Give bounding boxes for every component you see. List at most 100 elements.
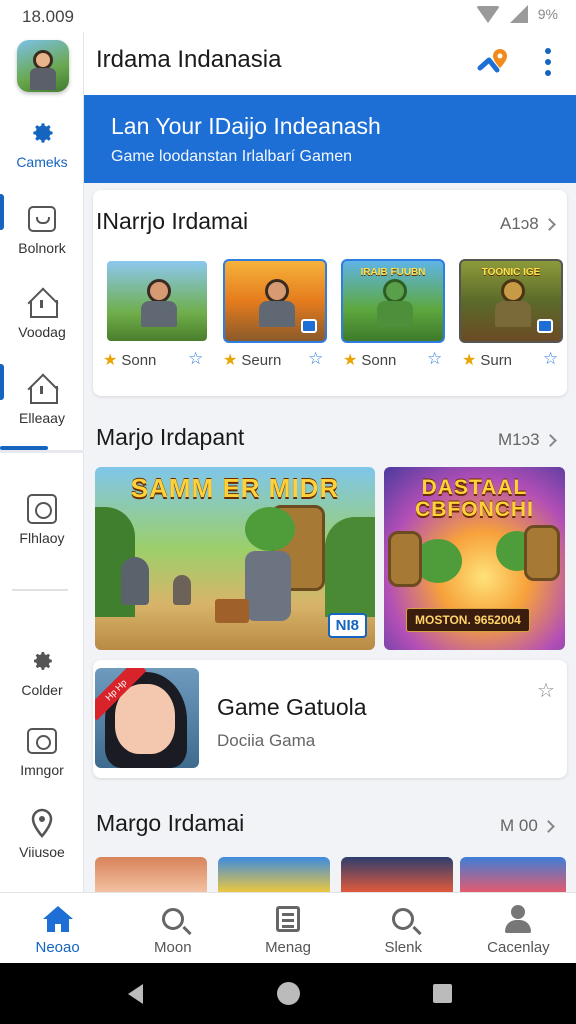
side-rail: Cameks Bolnork Voodag Elleaay Flhlaoy Co… xyxy=(0,32,84,892)
home-circle-icon[interactable] xyxy=(277,982,300,1005)
tile-label: Sonn xyxy=(121,351,157,369)
rail-label: Imngor xyxy=(20,762,64,778)
camera-icon xyxy=(27,726,57,756)
tile-caption: TOONIC IGE xyxy=(481,267,541,278)
rail-label: Colder xyxy=(21,682,63,698)
house-icon xyxy=(27,288,58,318)
nav-label: Moon xyxy=(154,939,192,956)
treasure-chest xyxy=(215,599,249,623)
nav-label: Slenk xyxy=(384,939,422,956)
rail-label: Viiusoe xyxy=(19,844,65,860)
tile-meta: ★ Seurn xyxy=(223,350,281,370)
signal-icon xyxy=(509,5,528,23)
banner-title: Lan Your IDaijo Indeanash xyxy=(111,113,381,139)
rail-item-colder[interactable]: Colder xyxy=(0,646,84,698)
character-figure xyxy=(121,557,149,605)
nav-label: Cacenlay xyxy=(487,939,550,956)
section-title: Margo Irdamai xyxy=(96,810,245,836)
search-icon xyxy=(115,903,230,935)
rail-item-voodag[interactable]: Voodag xyxy=(0,288,84,340)
favorite-star-icon[interactable]: ☆ xyxy=(537,678,555,703)
turtle-armor xyxy=(245,551,291,621)
game-tile[interactable] xyxy=(460,857,566,893)
tile-meta: ★ Sonn xyxy=(103,350,156,370)
back-icon[interactable] xyxy=(128,984,143,1004)
section-more-link[interactable]: M 00 xyxy=(500,816,555,836)
location-share-icon[interactable] xyxy=(476,46,510,80)
favorite-star-icon[interactable]: ☆ xyxy=(308,349,323,369)
game-tile[interactable] xyxy=(223,259,327,343)
palm-tree xyxy=(325,517,375,617)
gear-icon xyxy=(27,118,57,148)
game-tile[interactable] xyxy=(95,857,207,893)
favorite-star-icon[interactable]: ☆ xyxy=(427,349,442,369)
app-title: Irdama Indanasia xyxy=(96,46,282,73)
tile-meta: ★ Sonn xyxy=(343,350,396,370)
game-title: Game Gatuola xyxy=(217,694,367,720)
search-icon xyxy=(346,903,461,935)
rail-item-flhlaoy[interactable]: Flhlaoy xyxy=(0,494,84,546)
promo-banner[interactable]: Lan Your IDaijo Indeanash Game loodansta… xyxy=(84,95,576,183)
recents-icon[interactable] xyxy=(433,984,452,1003)
status-time: 18.009 xyxy=(22,7,74,26)
status-bar: 18.009 9% xyxy=(0,0,576,32)
avatar-body xyxy=(30,68,56,90)
section-more-label: M1ɔ3 xyxy=(498,430,540,449)
battery-level: 9% xyxy=(537,6,558,22)
game-subtitle: Dociia Gama xyxy=(217,731,316,750)
gear-icon xyxy=(27,646,57,676)
game-tile[interactable]: TOONIC IGE xyxy=(459,259,563,343)
rail-item-cameks[interactable]: Cameks xyxy=(0,118,84,170)
featured-game-card[interactable]: SAMM ER MIDR NI8 xyxy=(95,467,375,650)
game-tile[interactable] xyxy=(341,857,453,893)
rail-item-elleaay[interactable]: Elleaay xyxy=(0,374,84,426)
character-figure xyxy=(259,279,295,329)
more-options-icon[interactable] xyxy=(544,48,552,76)
rail-item-viiusoe[interactable]: Viiusoe xyxy=(0,808,84,860)
game-tile[interactable] xyxy=(105,259,209,343)
game-badge: NI8 xyxy=(327,613,367,638)
status-icons: 9% xyxy=(475,5,558,23)
nav-item-moon[interactable]: Moon xyxy=(115,893,230,963)
character-face xyxy=(115,684,175,754)
rating-star-icon: ★ xyxy=(343,352,358,369)
rail-item-imngor[interactable]: Imngor xyxy=(0,726,84,778)
nav-item-cacenlay[interactable]: Cacenlay xyxy=(461,893,576,963)
favorite-star-icon[interactable]: ☆ xyxy=(543,349,558,369)
rail-label: Cameks xyxy=(16,154,68,170)
house-icon xyxy=(27,374,58,404)
turtle-shell xyxy=(388,531,422,587)
rail-label: Elleaay xyxy=(19,410,65,426)
section-more-link[interactable]: A1ɔ8 xyxy=(500,214,556,234)
home-icon xyxy=(0,903,115,935)
rail-separator-accent xyxy=(0,446,48,450)
tile-label: Surn xyxy=(480,351,513,369)
rail-item-bolnork[interactable]: Bolnork xyxy=(0,204,84,256)
game-tile[interactable] xyxy=(218,857,330,893)
featured-game-card[interactable]: DASTAAL CBFONCHI MOSTON. 9652004 xyxy=(384,467,565,650)
section-more-link[interactable]: M1ɔ3 xyxy=(498,430,557,450)
nav-label: Menag xyxy=(265,939,311,956)
nav-label: Neoao xyxy=(35,939,80,956)
app-avatar[interactable] xyxy=(17,40,69,92)
tile-caption: IRAIB FUUBN xyxy=(360,267,426,278)
character-figure xyxy=(141,279,177,329)
nav-item-menag[interactable]: Menag xyxy=(230,893,345,963)
nav-item-home[interactable]: Neoao xyxy=(0,893,115,963)
section-title: Marjo Irdapant xyxy=(96,424,245,450)
section-more-label: A1ɔ8 xyxy=(500,214,539,233)
tile-meta: ★ Surn xyxy=(462,350,512,370)
rail-divider xyxy=(12,589,68,591)
square-icon xyxy=(27,494,57,524)
wifi-icon xyxy=(475,5,500,23)
tile-badge-icon xyxy=(537,319,553,333)
character-figure xyxy=(173,575,191,605)
turtle-shell xyxy=(524,525,560,581)
game-tile[interactable]: IRAIB FUUBN xyxy=(341,259,445,343)
rail-separator xyxy=(0,450,84,453)
rating-star-icon: ★ xyxy=(103,352,118,369)
favorite-star-icon[interactable]: ☆ xyxy=(188,349,203,369)
featured-game-title: DASTAAL CBFONCHI xyxy=(415,476,534,521)
nav-item-slenk[interactable]: Slenk xyxy=(346,893,461,963)
chevron-right-icon xyxy=(543,433,557,447)
